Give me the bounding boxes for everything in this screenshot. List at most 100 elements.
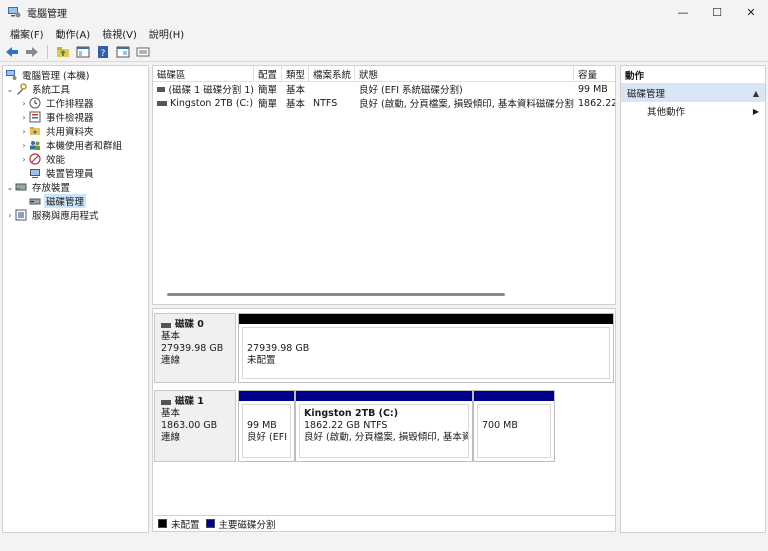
layout-cell: 簡單 xyxy=(258,85,278,96)
tree-item-device-manager[interactable]: 裝置管理員 xyxy=(29,166,96,180)
view-icon[interactable] xyxy=(135,44,151,60)
partition-color-bar xyxy=(239,314,613,324)
chevron-right-icon[interactable]: › xyxy=(19,99,29,108)
shared-folder-icon xyxy=(29,125,41,137)
disk-icon xyxy=(161,322,171,328)
menu-file[interactable]: 檔案(F) xyxy=(4,26,50,41)
up-folder-icon[interactable] xyxy=(55,44,71,60)
partition-recovery[interactable]: 700 MB xyxy=(473,390,555,462)
disk-management-icon xyxy=(29,195,41,207)
layout-cell: 簡單 xyxy=(258,99,278,110)
disk-type: 基本 xyxy=(161,408,181,419)
partition-unallocated[interactable]: 27939.98 GB 未配置 xyxy=(238,313,614,383)
partition-status: 良好 (啟動, 分頁檔案, 損毀傾印, 基本資料 xyxy=(304,432,469,443)
computer-management-icon xyxy=(7,5,21,19)
table-row[interactable]: (磁碟 1 磁碟分割 1) 簡單 基本 良好 (EFI 系統磁碟分割) 99 M… xyxy=(153,82,615,96)
device-manager-icon xyxy=(29,167,41,179)
tree-item-computer-management[interactable]: 電腦管理 (本機) xyxy=(5,68,91,82)
column-header-layout[interactable]: 配置 xyxy=(254,66,282,82)
menu-action[interactable]: 動作(A) xyxy=(50,26,97,41)
partition-kingston-c[interactable]: Kingston 2TB (C:) 1862.22 GB NTFS 良好 (啟動… xyxy=(295,390,473,462)
disk-map: 磁碟 0 基本 27939.98 GB 連線 27939.98 GB 未配置 磁… xyxy=(152,308,616,532)
menu-view[interactable]: 檢視(V) xyxy=(96,26,143,41)
tree-item-services-applications[interactable]: › 服務與應用程式 xyxy=(5,208,101,222)
menu-help[interactable]: 說明(H) xyxy=(143,26,190,41)
window-title: 電腦管理 xyxy=(27,8,67,20)
status-cell: 良好 (EFI 系統磁碟分割) xyxy=(359,85,463,96)
partition-details: 27939.98 GB 未配置 xyxy=(242,327,610,379)
action-more-actions[interactable]: 其他動作 ▶ xyxy=(621,102,765,120)
disk-name: 磁碟 1 xyxy=(175,396,204,407)
partition-size: 27939.98 GB xyxy=(247,343,310,354)
type-cell: 基本 xyxy=(286,99,306,110)
tree-item-system-tools[interactable]: ⌄ 系統工具 xyxy=(5,82,72,96)
minimize-button[interactable]: — xyxy=(666,0,700,24)
forward-arrow-icon[interactable] xyxy=(24,44,40,60)
volume-list-header: 磁碟區 配置 類型 檔案系統 狀態 容量 xyxy=(153,66,615,82)
disk-icon xyxy=(161,399,171,405)
tree-item-disk-management[interactable]: 磁碟管理 xyxy=(29,194,87,208)
column-header-filesystem[interactable]: 檔案系統 xyxy=(309,66,355,82)
chevron-down-icon[interactable]: ⌄ xyxy=(5,183,15,192)
action-section-disk-management[interactable]: 磁碟管理 ▲ xyxy=(621,84,765,102)
storage-icon xyxy=(15,181,27,193)
column-header-status[interactable]: 狀態 xyxy=(355,66,574,82)
horizontal-scrollbar[interactable] xyxy=(167,293,505,296)
chevron-right-icon[interactable]: › xyxy=(19,113,29,122)
chevron-right-icon[interactable]: › xyxy=(19,141,29,150)
legend-item-unallocated: 未配置 xyxy=(158,517,200,531)
disk-1-label[interactable]: 磁碟 1 基本 1863.00 GB 連線 xyxy=(154,390,236,462)
svg-text:?: ? xyxy=(101,49,106,59)
disk-icon xyxy=(157,86,166,92)
volume-name-cell: (磁碟 1 磁碟分割 1) xyxy=(153,82,254,96)
help-icon[interactable]: ? xyxy=(95,44,111,60)
toolbar-separator xyxy=(47,44,48,59)
show-tree-icon[interactable] xyxy=(75,44,91,60)
title-bar: 電腦管理 — ☐ ✕ xyxy=(0,0,768,24)
disk-size: 27939.98 GB xyxy=(161,343,224,354)
properties-icon[interactable] xyxy=(115,44,131,60)
partition-size: 1862.22 GB NTFS xyxy=(304,420,388,431)
disk-status: 連線 xyxy=(161,432,181,443)
column-header-capacity[interactable]: 容量 xyxy=(574,66,615,82)
tree-item-shared-folders[interactable]: › 共用資料夾 xyxy=(19,124,96,139)
chevron-right-icon[interactable]: › xyxy=(5,211,15,220)
filesystem-cell: NTFS xyxy=(313,97,338,109)
disk-type: 基本 xyxy=(161,331,181,342)
tree-item-performance[interactable]: › 效能 xyxy=(19,152,67,166)
chevron-down-icon[interactable]: ⌄ xyxy=(5,85,15,94)
column-header-volume[interactable]: 磁碟區 xyxy=(153,66,254,82)
capacity-cell: 1862.22 xyxy=(578,97,616,109)
tree-item-event-viewer[interactable]: › 事件檢視器 xyxy=(19,110,96,124)
legend-swatch xyxy=(158,519,167,528)
filesystem-cell xyxy=(309,82,355,96)
back-arrow-icon[interactable] xyxy=(4,44,20,60)
column-header-type[interactable]: 類型 xyxy=(282,66,309,82)
disk-icon xyxy=(157,100,167,106)
services-icon xyxy=(15,209,27,221)
legend: 未配置 主要磁碟分割 xyxy=(155,515,615,531)
capacity-cell: 99 MB xyxy=(578,83,608,95)
maximize-button[interactable]: ☐ xyxy=(700,0,734,24)
partition-details: 99 MB 良好 (EFI 系 xyxy=(242,404,291,458)
close-button[interactable]: ✕ xyxy=(734,0,768,24)
partition-status: 未配置 xyxy=(247,355,276,366)
performance-icon xyxy=(29,153,41,165)
partition-details: Kingston 2TB (C:) 1862.22 GB NTFS 良好 (啟動… xyxy=(299,404,469,458)
table-row[interactable]: Kingston 2TB (C:) 簡單 基本 NTFS 良好 (啟動, 分頁檔… xyxy=(153,96,615,110)
chevron-right-icon[interactable]: › xyxy=(19,127,29,136)
tools-icon xyxy=(15,83,27,95)
event-viewer-icon xyxy=(29,111,41,123)
partition-color-bar xyxy=(296,391,472,401)
computer-management-icon xyxy=(5,69,17,81)
tree-item-local-users-groups[interactable]: › 本機使用者和群組 xyxy=(19,138,124,153)
tree-item-storage[interactable]: ⌄ 存放裝置 xyxy=(5,180,72,195)
collapse-up-icon[interactable]: ▲ xyxy=(753,89,759,98)
tree-item-task-scheduler[interactable]: › 工作排程器 xyxy=(19,96,96,110)
type-cell: 基本 xyxy=(286,85,306,96)
partition-efi[interactable]: 99 MB 良好 (EFI 系 xyxy=(238,390,295,462)
chevron-right-icon[interactable]: › xyxy=(19,155,29,164)
action-pane: 動作 磁碟管理 ▲ 其他動作 ▶ xyxy=(620,65,766,533)
disk-0-label[interactable]: 磁碟 0 基本 27939.98 GB 連線 xyxy=(154,313,236,383)
volume-name-cell: Kingston 2TB (C:) xyxy=(153,96,254,110)
